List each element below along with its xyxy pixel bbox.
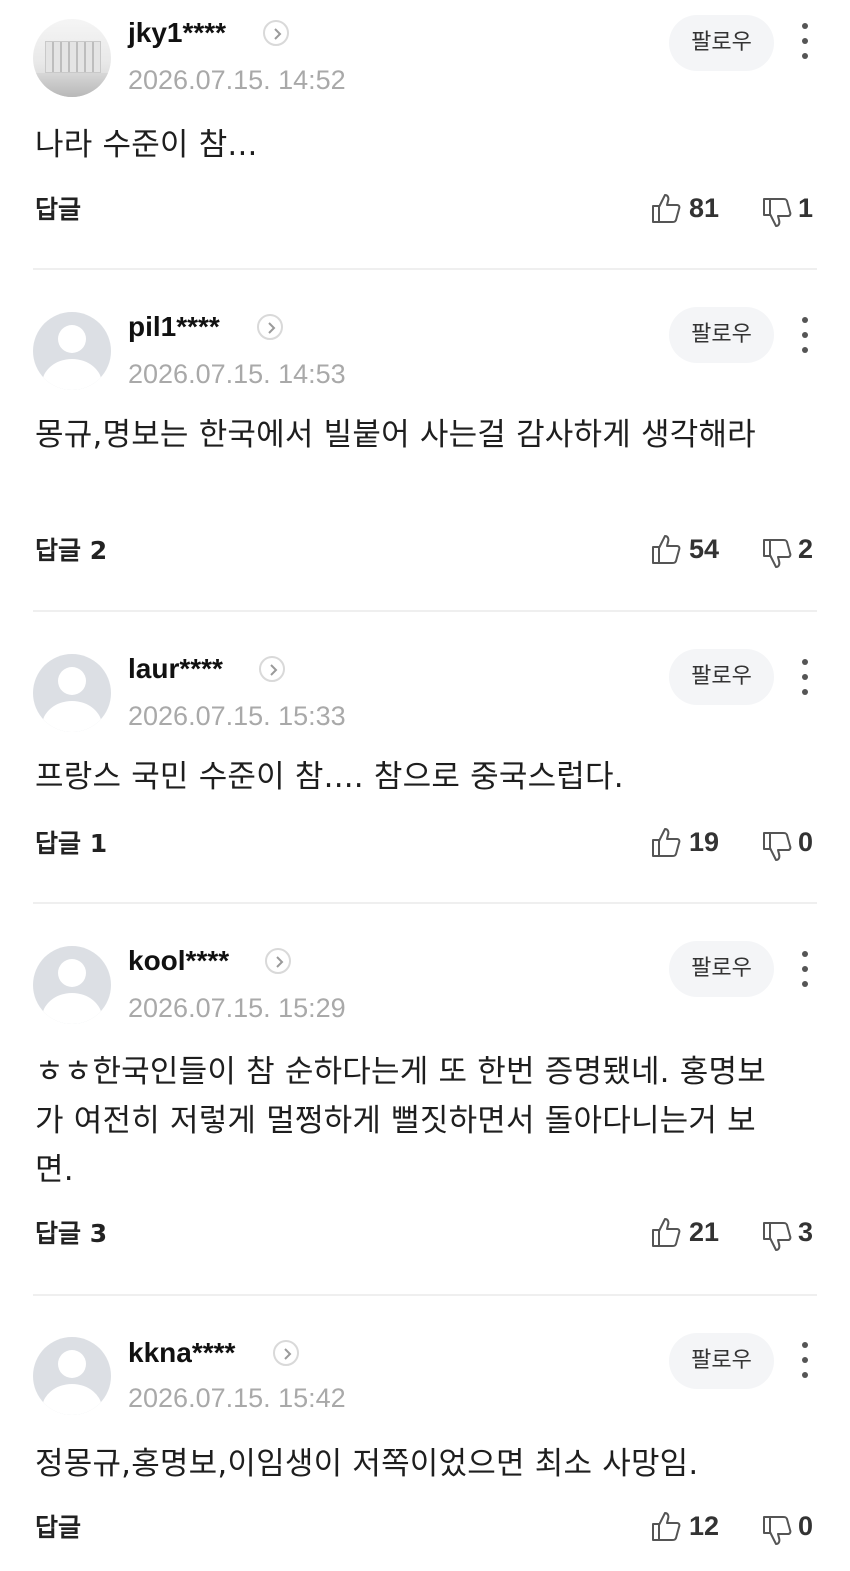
like-count: 19 — [689, 827, 720, 857]
avatar-head — [58, 667, 86, 695]
more-dot — [802, 53, 808, 59]
avatar-head — [58, 325, 86, 353]
follow-button[interactable]: 팔로우 — [669, 1333, 774, 1389]
comment-text: 몽규,명보는 한국에서 빌붙어 사는걸 감사하게 생각해라 — [35, 417, 756, 453]
comment-text: 프랑스 국민 수준이 참.... 참으로 중국스럽다. — [35, 759, 624, 795]
avatar-body — [42, 993, 102, 1024]
comment-username[interactable]: laur**** — [128, 652, 223, 686]
dislike-count: 0 — [798, 827, 814, 857]
chevron-right-icon[interactable] — [259, 656, 285, 682]
like-count: 81 — [689, 193, 720, 223]
avatar-body — [42, 701, 102, 732]
chevron-right-icon[interactable] — [263, 20, 289, 46]
more-dot — [802, 659, 808, 665]
avatar-body — [42, 359, 102, 390]
more-vertical-icon[interactable] — [794, 657, 816, 697]
reply-button[interactable]: 답글 2 — [35, 536, 107, 566]
comment-username[interactable]: kkna**** — [128, 1336, 235, 1370]
more-dot — [802, 347, 808, 353]
more-dot — [802, 23, 808, 29]
more-dot — [802, 1372, 808, 1378]
reply-button[interactable]: 답글 — [35, 195, 81, 225]
avatar[interactable] — [33, 946, 111, 1024]
thumbs-up-icon[interactable] — [651, 826, 681, 858]
more-dot — [802, 689, 808, 695]
more-dot — [802, 38, 808, 44]
avatar-head — [58, 959, 86, 987]
comment-timestamp: 2026.07.15. 15:42 — [128, 1383, 346, 1413]
like-count: 21 — [689, 1217, 720, 1247]
more-dot — [802, 1342, 808, 1348]
comment-timestamp: 2026.07.15. 14:52 — [128, 65, 346, 95]
comment-username[interactable]: jky1**** — [128, 16, 226, 50]
thumbs-up-icon[interactable] — [651, 192, 681, 224]
thumbs-down-icon[interactable] — [762, 1515, 792, 1547]
comment-text: ㅎㅎ한국인들이 참 순하다는게 또 한번 증명됐네. 홍명보가 여전히 저렇게 … — [35, 1054, 766, 1188]
comment-timestamp: 2026.07.15. 15:33 — [128, 701, 346, 731]
follow-button[interactable]: 팔로우 — [669, 649, 774, 705]
dislike-count: 3 — [798, 1217, 814, 1247]
more-dot — [802, 981, 808, 987]
more-dot — [802, 1357, 808, 1363]
comment-timestamp: 2026.07.15. 15:29 — [128, 993, 346, 1023]
comment-item: kkna**** 2026.07.15. 15:42 팔로우 정몽규,홍명보,이… — [0, 1296, 850, 1571]
comment-item: laur**** 2026.07.15. 15:33 팔로우 프랑스 국민 수준… — [0, 612, 850, 902]
follow-button[interactable]: 팔로우 — [669, 15, 774, 71]
avatar[interactable] — [33, 654, 111, 732]
like-count: 54 — [689, 534, 720, 564]
thumbs-down-icon[interactable] — [762, 197, 792, 229]
avatar-head — [58, 1350, 86, 1378]
dislike-count: 1 — [798, 193, 814, 223]
chevron-right-icon[interactable] — [273, 1340, 299, 1366]
thumbs-up-icon[interactable] — [651, 1216, 681, 1248]
like-count: 12 — [689, 1511, 720, 1541]
thumbs-down-icon[interactable] — [762, 831, 792, 863]
chevron-right-icon[interactable] — [265, 948, 291, 974]
comment-username[interactable]: kool**** — [128, 944, 229, 978]
more-dot — [802, 674, 808, 680]
dislike-count: 0 — [798, 1511, 814, 1541]
comment-text: 나라 수준이 참... — [35, 127, 258, 163]
more-dot — [802, 317, 808, 323]
follow-button[interactable]: 팔로우 — [669, 941, 774, 997]
more-vertical-icon[interactable] — [794, 315, 816, 355]
comment-timestamp: 2026.07.15. 14:53 — [128, 359, 346, 389]
more-dot — [802, 332, 808, 338]
more-dot — [802, 951, 808, 957]
more-dot — [802, 966, 808, 972]
reply-button[interactable]: 답글 3 — [35, 1219, 107, 1249]
thumbs-down-icon[interactable] — [762, 538, 792, 570]
avatar-body — [42, 1384, 102, 1415]
reply-button[interactable]: 답글 1 — [35, 829, 107, 859]
thumbs-down-icon[interactable] — [762, 1221, 792, 1253]
comment-username[interactable]: pil1**** — [128, 310, 220, 344]
follow-button[interactable]: 팔로우 — [669, 307, 774, 363]
chevron-right-icon[interactable] — [257, 314, 283, 340]
comment-item: jky1**** 2026.07.15. 14:52 팔로우 나라 수준이 참.… — [0, 0, 850, 269]
comment-item: kool**** 2026.07.15. 15:29 팔로우 ㅎㅎ한국인들이 참… — [0, 904, 850, 1294]
comment-item: pil1**** 2026.07.15. 14:53 팔로우 몽규,명보는 한국… — [0, 270, 850, 610]
avatar-photo-floor — [33, 73, 111, 97]
dislike-count: 2 — [798, 534, 814, 564]
reply-button[interactable]: 답글 — [35, 1513, 81, 1543]
thumbs-up-icon[interactable] — [651, 1510, 681, 1542]
more-vertical-icon[interactable] — [794, 1340, 816, 1380]
avatar[interactable] — [33, 312, 111, 390]
thumbs-up-icon[interactable] — [651, 533, 681, 565]
more-vertical-icon[interactable] — [794, 21, 816, 61]
comment-text: 정몽규,홍명보,이임생이 저쪽이었으면 최소 사망임. — [35, 1446, 699, 1482]
more-vertical-icon[interactable] — [794, 949, 816, 989]
avatar[interactable] — [33, 19, 111, 97]
avatar[interactable] — [33, 1337, 111, 1415]
avatar-photo-shelf — [45, 41, 101, 73]
